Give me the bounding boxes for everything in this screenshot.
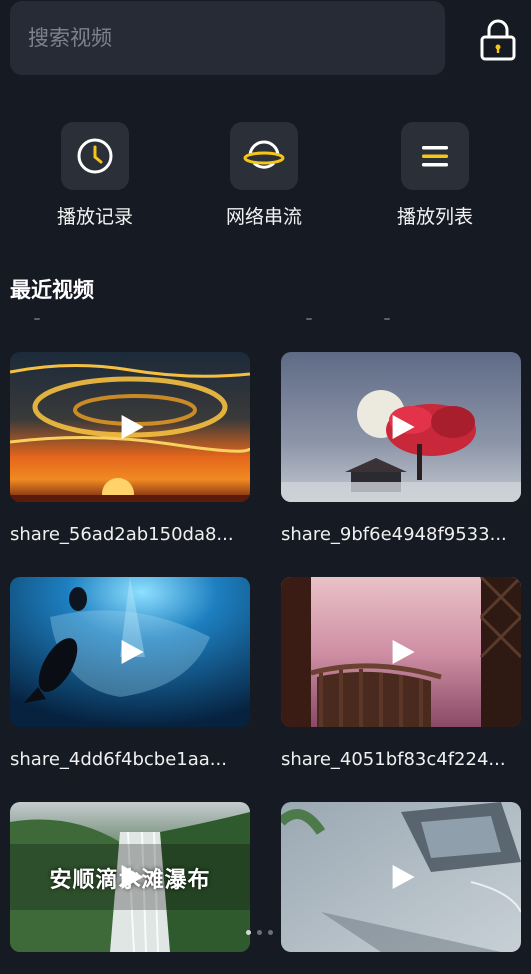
planet-icon — [243, 140, 285, 169]
page-dot — [268, 930, 273, 935]
video-title: share_4dd6f4bcbe1aa... — [10, 749, 227, 770]
playlist-icon-box — [401, 122, 469, 190]
clock-icon — [77, 138, 113, 174]
play-icon — [121, 640, 144, 664]
play-icon — [392, 865, 415, 889]
video-thumbnail[interactable] — [10, 352, 250, 502]
divider-mark — [384, 318, 390, 320]
network-icon-box — [230, 122, 298, 190]
playlist-label: 播放列表 — [396, 206, 473, 228]
video-card[interactable]: 安顺滴水滩瀑布 — [10, 802, 250, 974]
history-icon-box — [61, 122, 129, 190]
video-thumbnail[interactable] — [281, 352, 521, 502]
video-card[interactable]: share_4051bf83c4f224... — [281, 577, 521, 770]
lock-button[interactable] — [474, 16, 522, 64]
play-icon — [121, 415, 144, 439]
page-dot — [257, 930, 262, 935]
network-stream-button[interactable]: 网络串流 — [199, 122, 329, 229]
video-thumbnail[interactable] — [281, 577, 521, 727]
lock-icon — [480, 19, 516, 61]
video-card[interactable]: share_9bf6e4948f9533... — [281, 352, 521, 545]
playlist-button[interactable]: 播放列表 — [370, 122, 500, 229]
recent-videos-title: 最近视频 — [10, 278, 94, 302]
list-icon — [422, 146, 448, 167]
play-icon — [121, 865, 144, 889]
quick-actions: 播放记录 网络串流 播放列表 — [0, 122, 531, 232]
video-thumbnail[interactable] — [281, 802, 521, 952]
video-card[interactable]: share_4dd6f4bcbe1aa... — [10, 577, 250, 770]
divider-mark — [306, 318, 312, 320]
history-button[interactable]: 播放记录 — [30, 122, 160, 229]
network-stream-label: 网络串流 — [225, 206, 302, 228]
video-thumbnail[interactable]: 安顺滴水滩瀑布 — [10, 802, 250, 952]
video-card[interactable] — [281, 802, 521, 974]
video-title: share_56ad2ab150da8... — [10, 524, 234, 545]
history-label: 播放记录 — [56, 206, 133, 228]
video-title: share_9bf6e4948f9533... — [281, 524, 507, 545]
video-title: share_4051bf83c4f224... — [281, 749, 506, 770]
play-icon — [392, 640, 415, 664]
search-bar[interactable] — [10, 1, 445, 75]
video-card[interactable]: share_56ad2ab150da8... — [10, 352, 250, 545]
divider-mark — [34, 318, 40, 320]
play-icon — [392, 415, 415, 439]
video-thumbnail[interactable] — [10, 577, 250, 727]
page-dot — [246, 930, 251, 935]
page-indicator — [246, 930, 273, 935]
search-input[interactable] — [26, 25, 445, 51]
